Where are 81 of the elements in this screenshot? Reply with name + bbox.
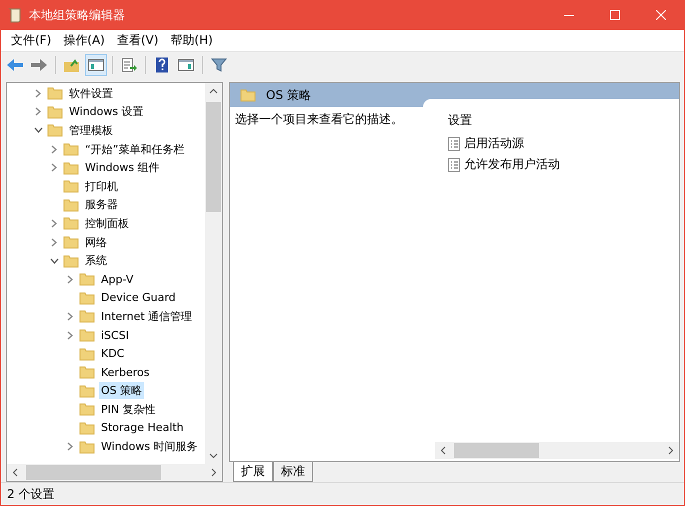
window-title: 本地组策略编辑器 <box>29 6 125 24</box>
expand-chevron-icon[interactable] <box>66 312 74 321</box>
expand-chevron-icon[interactable] <box>66 274 74 284</box>
folder-icon <box>79 384 95 398</box>
folder-icon <box>79 420 95 435</box>
menu-item[interactable]: 操作(A) <box>57 32 111 49</box>
scroll-right-icon[interactable] <box>668 446 674 455</box>
horizontal-scrollbar[interactable] <box>7 464 222 481</box>
expand-chevron-icon[interactable] <box>50 163 58 172</box>
expand-chevron-icon[interactable] <box>34 107 42 116</box>
collapse-chevron-icon[interactable] <box>50 256 58 265</box>
folder-icon <box>63 216 79 230</box>
expand-chevron-icon[interactable] <box>34 88 42 98</box>
panel-heading: OS 策略 <box>266 86 311 104</box>
folder-icon <box>79 309 95 324</box>
maximize-icon <box>610 10 620 20</box>
folder-icon <box>63 179 79 194</box>
horizontal-scrollbar[interactable] <box>435 442 679 459</box>
scroll-left-icon[interactable] <box>440 446 446 455</box>
folder-icon <box>240 88 256 102</box>
tree-item[interactable]: 网络 <box>83 234 109 251</box>
folder-icon <box>63 160 79 175</box>
folder-icon <box>79 402 95 416</box>
policy-icon <box>448 136 460 150</box>
folder-icon <box>47 123 63 138</box>
tree-item[interactable]: Internet 通信管理 <box>99 308 194 325</box>
status-text: 2 个设置 <box>7 486 54 502</box>
vertical-scrollbar[interactable] <box>205 83 222 464</box>
folder-icon <box>63 254 79 268</box>
folder-icon <box>47 86 63 100</box>
folder-icon <box>63 235 79 250</box>
tree-item[interactable]: App-V <box>99 272 136 287</box>
description-text: 选择一个项目来查看它的描述。 <box>235 112 403 126</box>
scroll-left-icon[interactable] <box>12 468 18 477</box>
tree-item[interactable]: 服务器 <box>83 196 120 214</box>
collapse-chevron-icon[interactable] <box>34 126 42 134</box>
tab[interactable]: 标准 <box>273 462 313 482</box>
menu-item[interactable]: 帮助(H) <box>164 32 219 49</box>
tree-item[interactable]: PIN 复杂性 <box>99 400 158 418</box>
tree-item[interactable]: 打印机 <box>83 178 120 195</box>
tree-item[interactable]: Storage Health <box>99 420 186 436</box>
tree-item[interactable]: Windows 组件 <box>83 159 162 176</box>
tree-item[interactable]: 软件设置 <box>67 84 115 102</box>
scroll-right-icon[interactable] <box>211 468 217 477</box>
policy-icon <box>448 158 460 172</box>
folder-icon <box>63 142 79 156</box>
tree-item[interactable]: Kerberos <box>99 364 152 380</box>
tree-item[interactable]: iSCSI <box>99 328 131 343</box>
scroll-up-icon[interactable] <box>209 88 218 94</box>
expand-chevron-icon[interactable] <box>50 144 58 154</box>
tree-item[interactable]: Windows 时间服务 <box>99 438 200 456</box>
folder-icon <box>47 104 63 119</box>
folder-icon <box>63 198 79 212</box>
expand-chevron-icon[interactable] <box>66 330 74 340</box>
folder-icon <box>79 440 95 454</box>
folder-icon <box>79 365 95 380</box>
tree-item[interactable]: OS 策略 <box>99 382 144 400</box>
show-tree-button[interactable] <box>85 54 107 76</box>
tree-item[interactable]: KDC <box>99 346 126 362</box>
tree-item[interactable]: Windows 设置 <box>67 103 146 120</box>
tree-item[interactable]: Device Guard <box>99 290 178 306</box>
folder-icon <box>79 328 95 342</box>
folder-icon <box>79 272 95 286</box>
expand-chevron-icon[interactable] <box>50 218 58 228</box>
tree-item[interactable]: “开始”菜单和任务栏 <box>83 140 186 158</box>
setting-item[interactable]: 启用活动源 <box>464 135 524 152</box>
tree-item[interactable]: 管理模板 <box>67 122 115 139</box>
folder-icon <box>79 290 95 305</box>
folder-icon <box>79 346 95 361</box>
expand-chevron-icon[interactable] <box>50 238 58 247</box>
scroll-icon <box>7 7 23 23</box>
close-icon <box>656 10 666 20</box>
tree-item[interactable]: 系统 <box>83 252 109 270</box>
column-header[interactable]: 设置 <box>448 112 472 129</box>
tree-item[interactable]: 控制面板 <box>83 214 131 232</box>
expand-chevron-icon[interactable] <box>66 442 74 452</box>
menu-item[interactable]: 文件(F) <box>5 32 58 49</box>
scroll-down-icon[interactable] <box>209 453 218 459</box>
setting-item[interactable]: 允许发布用户活动 <box>464 156 560 173</box>
menu-item[interactable]: 查看(V) <box>110 32 164 49</box>
tab[interactable]: 扩展 <box>233 462 273 482</box>
